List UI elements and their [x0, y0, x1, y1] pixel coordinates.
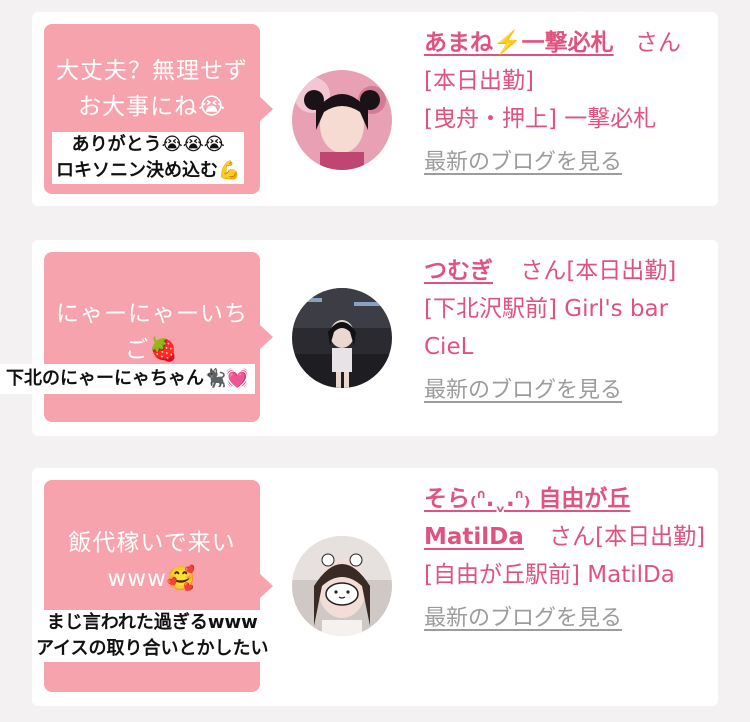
latest-blog-link[interactable]: 最新のブログを見る [424, 144, 622, 182]
bubble-message: にゃーにゃーいちご🍓 [56, 301, 248, 363]
bubble-message: 大丈夫？無理せずお大事にね😭 [56, 58, 248, 120]
shop-label: [曳舟・押上] 一撃必札 [424, 106, 657, 132]
message-bubble: にゃーにゃーいちご🍓 [44, 252, 273, 422]
shop-label: [下北沢駅前] Girl's bar CieL [424, 296, 669, 360]
bubble-message: 飯代稼いで来いwww🥰 [68, 530, 236, 592]
cast-info: そら₍ᐢ.ˬ.ᐢ₎ 自由が丘MatilDa さん[本日出勤] [自由が丘駅前] … [424, 480, 712, 638]
latest-blog-link[interactable]: 最新のブログを見る [424, 600, 622, 638]
cast-card: 大丈夫？無理せずお大事にね😭 ありがとう😭😭😭 ロキソニン決め込む💪 あまね⚡️… [32, 12, 718, 206]
avatar[interactable] [292, 536, 392, 636]
avatar[interactable] [292, 70, 392, 170]
cast-card: にゃーにゃーいちご🍓 下北のにゃーにゃちゃん🐈‍⬛💓 つむぎ さん[本日出勤] … [0, 240, 718, 436]
cast-name-link[interactable]: つむぎ [424, 258, 493, 284]
caption-line: アイスの取り合いとかしたい [36, 638, 269, 659]
latest-blog-link[interactable]: 最新のブログを見る [424, 372, 622, 410]
reply-caption: ありがとう😭😭😭 ロキソニン決め込む💪 [52, 132, 245, 184]
cast-card: 飯代稼いで来いwww🥰 まじ言われた過ぎるwww アイスの取り合いとかしたい そ… [32, 468, 718, 706]
reply-caption: まじ言われた過ぎるwww アイスの取り合いとかしたい [32, 610, 273, 662]
avatar-photo [292, 288, 392, 388]
cast-status: さん[本日出勤] [520, 258, 677, 284]
cast-name-link[interactable]: あまね⚡️一撃必札 [424, 30, 614, 56]
caption-line: ありがとう😭😭😭 [71, 134, 225, 155]
reply-caption: 下北のにゃーにゃちゃん🐈‍⬛💓 [0, 364, 255, 394]
shop-label: [自由が丘駅前] MatilDa [424, 562, 675, 588]
cast-info: あまね⚡️一撃必札 さん[本日出勤] [曳舟・押上] 一撃必札 最新のブログを見… [424, 24, 712, 182]
caption-line: ロキソニン決め込む💪 [56, 160, 241, 181]
avatar-photo [292, 536, 392, 636]
avatar-photo [292, 70, 392, 170]
avatar[interactable] [292, 288, 392, 388]
caption-line: まじ言われた過ぎるwww [46, 612, 258, 633]
cast-info: つむぎ さん[本日出勤] [下北沢駅前] Girl's bar CieL 最新の… [424, 252, 712, 410]
caption-line: 下北のにゃーにゃちゃん🐈‍⬛💓 [6, 368, 249, 389]
cast-status: さん[本日出勤] [549, 524, 706, 550]
